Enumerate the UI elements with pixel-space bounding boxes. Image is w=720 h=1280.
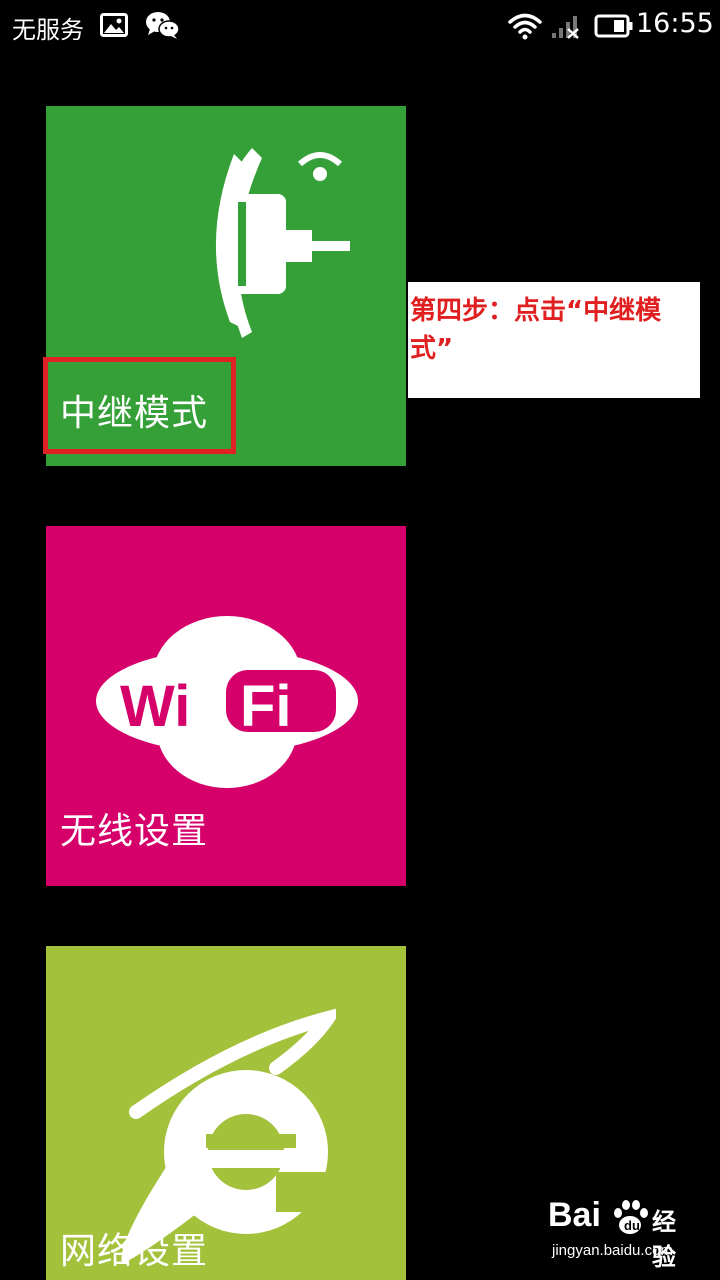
- battery-icon: [594, 14, 633, 38]
- wifi-logo-wi: Wi: [120, 674, 190, 739]
- tile-label: 无线设置: [60, 811, 209, 852]
- gallery-icon: [100, 13, 128, 37]
- signal-icon: [552, 16, 579, 39]
- tile-network-settings[interactable]: 网络设置: [46, 946, 406, 1280]
- svg-text:du: du: [624, 1218, 640, 1233]
- tile-wireless-settings[interactable]: Wi Fi 无线设置: [46, 526, 406, 886]
- watermark-url: jingyan.baidu.com: [552, 1242, 673, 1259]
- baidu-watermark: Bai du 经验 jingyan.baidu.com: [548, 1196, 698, 1271]
- clock: 16:55: [636, 8, 714, 39]
- wifi-logo-icon: Wi Fi: [96, 616, 358, 788]
- tile-label: 网络设置: [60, 1231, 209, 1272]
- wifi-icon: [508, 13, 542, 40]
- paw-icon: du: [614, 1200, 648, 1234]
- status-bar: 无服务 16:55: [0, 0, 720, 52]
- watermark-logo: Bai: [548, 1196, 601, 1234]
- wifi-logo-fi: Fi: [240, 674, 292, 739]
- watermark-brand: 经验: [652, 1208, 676, 1271]
- carrier-label: 无服务: [12, 16, 84, 44]
- highlight-box: [43, 357, 236, 454]
- repeater-icon: [204, 148, 350, 338]
- annotation-callout: 第四步：点击“中继模式”: [408, 282, 700, 398]
- wechat-icon: [146, 12, 180, 39]
